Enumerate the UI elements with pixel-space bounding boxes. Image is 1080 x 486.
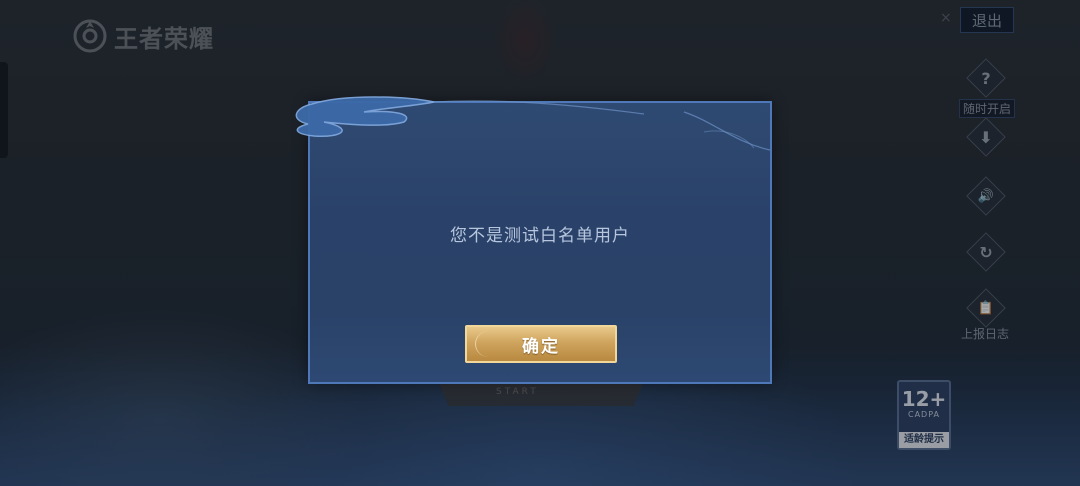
game-launch-screen: 王者荣耀 × 退出 ? 随时开启 ⬇ 🔊 ↻ 📋 上报日志 START 12+ … <box>0 0 1080 486</box>
confirm-button[interactable]: 确定 <box>465 325 617 363</box>
button-sheen <box>475 331 502 357</box>
dialog-message: 您不是测试白名单用户 <box>450 226 630 246</box>
alert-dialog: 您不是测试白名单用户 确定 <box>308 101 772 384</box>
confirm-button-label: 确定 <box>522 336 560 357</box>
